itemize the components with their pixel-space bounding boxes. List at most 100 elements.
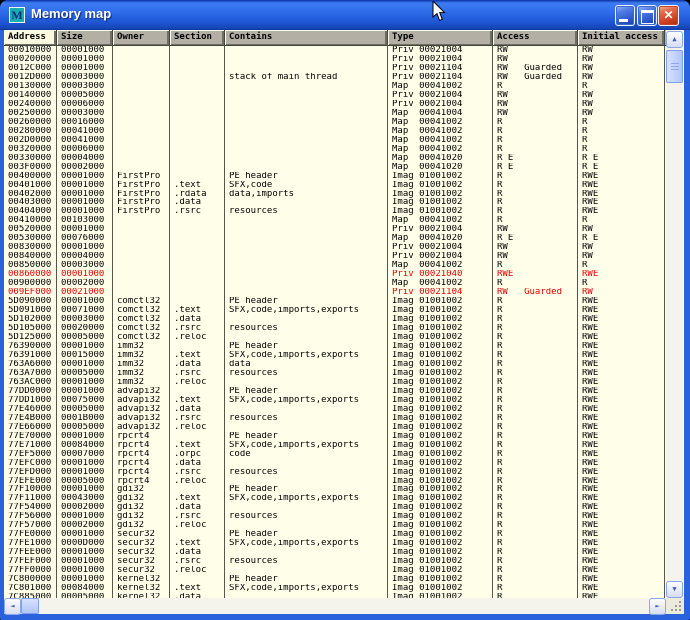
cell-section: .reloc <box>170 566 225 575</box>
table-row[interactable]: 77DD000000001000advapi32PE headerImag 01… <box>4 387 666 396</box>
table-row[interactable]: 009EF00000021000Priv 00021104RW GuardedR… <box>4 288 666 297</box>
title-bar[interactable]: M Memory map ✕ <box>0 0 690 30</box>
table-row[interactable]: 0040200000001000FirstPro.rdatadata,impor… <box>4 190 666 199</box>
column-header-size[interactable]: Size <box>57 30 113 45</box>
table-row[interactable]: 77F5600000001000gdi32.rsrcresourcesImag … <box>4 512 666 521</box>
column-header-address[interactable]: Address <box>4 30 57 45</box>
table-row[interactable]: 0026000000016000Map 00041002RR <box>4 118 666 127</box>
scroll-down-icon[interactable]: ▼ <box>666 581 683 598</box>
table-row[interactable]: 5D10200000003000comctl32.dataImag 010010… <box>4 315 666 324</box>
table-row[interactable]: 0052000000001000Priv 00021004RWRW <box>4 225 666 234</box>
table-row[interactable]: 7639100000015000imm32.textSFX,code,impor… <box>4 351 666 360</box>
column-header-initial-access[interactable]: Initial access <box>578 30 665 45</box>
table-row[interactable]: 7C80100000084000kernel32.textSFX,code,im… <box>4 584 666 593</box>
table-row[interactable]: 77E4B0000001B000advapi32.rsrcresourcesIm… <box>4 414 666 423</box>
table-row[interactable]: 77F5700000002000gdi32.relocImag 01001002… <box>4 521 666 530</box>
column-header-section[interactable]: Section <box>170 30 225 45</box>
table-row[interactable]: 0013000000003000Map 00041002RR <box>4 82 666 91</box>
scroll-up-icon[interactable]: ▲ <box>666 31 683 48</box>
table-row[interactable]: 77FE000000001000secur32PE headerImag 010… <box>4 530 666 539</box>
table-row[interactable]: 0001000000001000Priv 00021004RWRW <box>4 46 666 55</box>
table-row[interactable]: 0040400000001000FirstPro.rsrcresourcesIm… <box>4 207 666 216</box>
vertical-scrollbar[interactable]: ▲ ▼ <box>666 31 683 598</box>
column-header-type[interactable]: Type <box>388 30 493 45</box>
table-row[interactable]: 0084000000004000Priv 00021004RWRW <box>4 252 666 261</box>
table-row[interactable]: 0040000000001000FirstProPE headerImag 01… <box>4 172 666 181</box>
table-row[interactable]: 763AC00000001000imm32.relocImag 01001002… <box>4 378 666 387</box>
table-row[interactable]: 77FEF00000001000secur32.rsrcresourcesIma… <box>4 557 666 566</box>
table-row[interactable]: 77F1100000043000gdi32.textSFX,code,impor… <box>4 494 666 503</box>
table-row[interactable]: 0033000000004000Map 00041020R ER E <box>4 154 666 163</box>
table-row[interactable]: 77EFE00000005000rpcrt4.relocImag 0100100… <box>4 477 666 486</box>
cell-type: Imag 01001002 <box>388 450 493 459</box>
table-row[interactable]: 763A600000001000imm32.datadataImag 01001… <box>4 360 666 369</box>
table-row[interactable]: 5D12500000005000comctl32.relocImag 01001… <box>4 333 666 342</box>
vertical-scroll-thumb[interactable] <box>666 50 683 83</box>
cell-access: RW <box>493 243 578 252</box>
table-row[interactable]: 5D09000000001000comctl32PE headerImag 01… <box>4 297 666 306</box>
table-row[interactable]: 0025000000003000Map 00041004RWRW <box>4 109 666 118</box>
cell-owner: FirstPro <box>113 198 170 207</box>
cell-size: 00001000 <box>57 190 113 199</box>
table-row[interactable]: 77FE10000000D000secur32.textSFX,code,imp… <box>4 539 666 548</box>
cell-access: RWE <box>493 270 578 279</box>
scroll-right-icon[interactable]: ► <box>649 598 666 615</box>
column-header-access[interactable]: Access <box>493 30 578 45</box>
table-row[interactable]: 7639000000001000imm32PE headerImag 01001… <box>4 342 666 351</box>
cell-contains <box>225 127 388 136</box>
table-row[interactable]: 0085000000003000Map 00041002RR <box>4 261 666 270</box>
cell-type: Imag 01001002 <box>388 423 493 432</box>
cell-initial-access: RW <box>578 252 665 261</box>
minimize-button[interactable] <box>615 5 635 26</box>
table-row[interactable]: 77E7000000001000rpcrt4PE headerImag 0100… <box>4 432 666 441</box>
table-row[interactable]: 77EFD00000001000rpcrt4.rsrcresourcesImag… <box>4 468 666 477</box>
table-row[interactable]: 77EF500000007000rpcrt4.orpccodeImag 0100… <box>4 450 666 459</box>
table-row[interactable]: 0053000000076000Map 00041020R ER E <box>4 234 666 243</box>
table-row[interactable]: 5D09100000071000comctl32.textSFX,code,im… <box>4 306 666 315</box>
cell-initial-access: RWE <box>578 503 665 512</box>
table-row[interactable]: 77E7100000084000rpcrt4.textSFX,code,impo… <box>4 441 666 450</box>
cell-size: 00041000 <box>57 127 113 136</box>
table-row[interactable]: 77FEE00000001000secur32.dataImag 0100100… <box>4 548 666 557</box>
table-row[interactable]: 0012C00000001000Priv 00021104RW GuardedR… <box>4 64 666 73</box>
table-row[interactable]: 0040100000001000FirstPro.textSFX,codeIma… <box>4 181 666 190</box>
table-row[interactable]: 77DD100000075000advapi32.textSFX,code,im… <box>4 396 666 405</box>
column-header-contains[interactable]: Contains <box>225 30 388 45</box>
cell-size: 00003000 <box>57 109 113 118</box>
table-row[interactable]: 77F5400000002000gdi32.dataImag 01001002R… <box>4 503 666 512</box>
cell-owner <box>113 73 170 82</box>
cell-type: Imag 01001002 <box>388 324 493 333</box>
table-row[interactable]: 0012D00000003000stack of main threadPriv… <box>4 73 666 82</box>
table-row[interactable]: 0032000000006000Map 00041002RR <box>4 145 666 154</box>
table-row[interactable]: 0014000000005000Priv 00021004RWRW <box>4 91 666 100</box>
resize-grip[interactable] <box>671 601 682 612</box>
horizontal-scrollbar[interactable]: ◄ ► <box>4 598 666 614</box>
table-row[interactable]: 0040300000001000FirstPro.dataImag 010010… <box>4 198 666 207</box>
table-row[interactable]: 0083000000001000Priv 00021004RWRW <box>4 243 666 252</box>
column-header-owner[interactable]: Owner <box>113 30 170 45</box>
table-row[interactable]: 7C80000000001000kernel32PE headerImag 01… <box>4 575 666 584</box>
table-row[interactable]: 77F1000000001000gdi32PE headerImag 01001… <box>4 485 666 494</box>
table-row[interactable]: 0024000000006000Priv 00021004RWRW <box>4 100 666 109</box>
cell-initial-access: RWE <box>578 378 665 387</box>
table-row[interactable]: 0002000000001000Priv 00021004RWRW <box>4 55 666 64</box>
table-row[interactable]: 0041000000103000Map 00041002RR <box>4 216 666 225</box>
table-row[interactable]: 77EFC00000001000rpcrt4.dataImag 01001002… <box>4 459 666 468</box>
table-row[interactable]: 002D000000041000Map 00041002RR <box>4 136 666 145</box>
table-row[interactable]: 5D10500000020000comctl32.rsrcresourcesIm… <box>4 324 666 333</box>
table-row[interactable]: 77FF000000001000secur32.relocImag 010010… <box>4 566 666 575</box>
table-row[interactable]: 0028000000041000Map 00041002RR <box>4 127 666 136</box>
cell-contains: resources <box>225 468 388 477</box>
cell-owner <box>113 100 170 109</box>
table-row[interactable]: 763A700000005000imm32.rsrcresourcesImag … <box>4 369 666 378</box>
table-row[interactable]: 77E6600000005000advapi32.relocImag 01001… <box>4 423 666 432</box>
table-row[interactable]: 003F000000002000Map 00041020R ER E <box>4 163 666 172</box>
maximize-button[interactable] <box>637 5 657 26</box>
cell-contains <box>225 82 388 91</box>
scroll-left-icon[interactable]: ◄ <box>4 598 21 615</box>
table-row[interactable]: 0086000000001000Priv 00021040RWERWE <box>4 270 666 279</box>
horizontal-scroll-thumb[interactable] <box>21 598 39 614</box>
table-row[interactable]: 0090000000002000Map 00041002RR <box>4 279 666 288</box>
table-row[interactable]: 77E4600000005000advapi32.dataImag 010010… <box>4 405 666 414</box>
close-button[interactable]: ✕ <box>658 5 679 26</box>
